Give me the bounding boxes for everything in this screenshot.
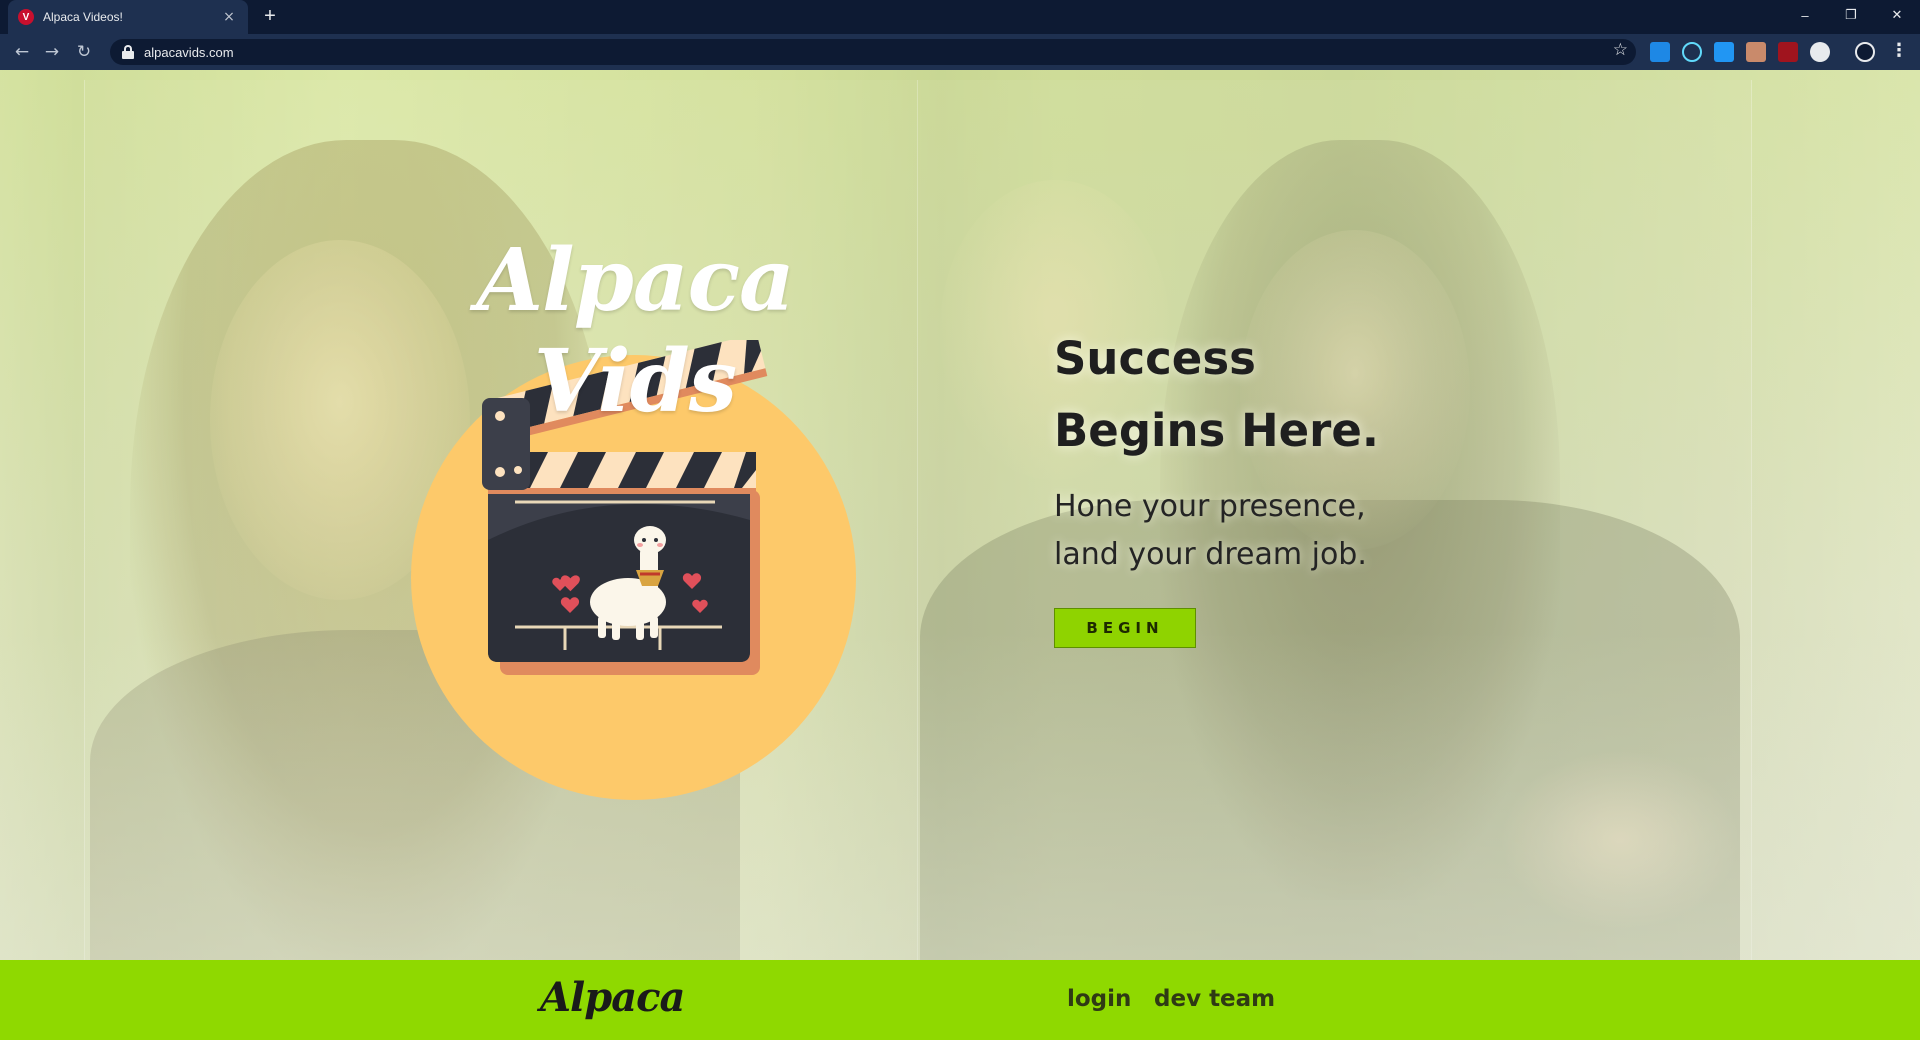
restore-button[interactable]: ❐ bbox=[1828, 0, 1874, 30]
tab-title: Alpaca Videos! bbox=[43, 10, 123, 24]
hero-subtitle-line-2: land your dream job. bbox=[1054, 537, 1367, 572]
lock-icon bbox=[122, 45, 134, 59]
dev-team-link[interactable]: dev team bbox=[1154, 982, 1275, 1016]
hero-title-line-2: Begins Here. bbox=[1054, 404, 1379, 457]
browser-tab-bar: V Alpaca Videos! × + – ❐ ✕ bbox=[0, 0, 1920, 34]
hero-subtitle: Hone your presence, land your dream job. bbox=[1054, 483, 1554, 579]
hero-subtitle-line-1: Hone your presence, bbox=[1054, 489, 1366, 524]
profile-avatar-icon[interactable] bbox=[1855, 42, 1875, 62]
alpaca-vids-logo: Alpaca Vids bbox=[405, 230, 865, 810]
extension-icon[interactable] bbox=[1650, 42, 1670, 62]
logo-text: Alpaca Vids bbox=[476, 230, 794, 432]
extension-icon[interactable] bbox=[1714, 42, 1734, 62]
tab-close-icon[interactable]: × bbox=[220, 9, 238, 25]
hero-section: Alpaca Vids Success Begins Here. Hone yo… bbox=[0, 70, 1920, 960]
browser-menu-icon[interactable]: ⋮ bbox=[1890, 41, 1908, 61]
address-bar[interactable]: alpacavids.com ☆ bbox=[110, 39, 1636, 65]
new-tab-button[interactable]: + bbox=[258, 5, 282, 29]
hero-title-line-1: Success bbox=[1054, 332, 1256, 385]
browser-tab[interactable]: V Alpaca Videos! × bbox=[8, 0, 248, 34]
extension-icon[interactable] bbox=[1810, 42, 1830, 62]
reload-icon[interactable]: ↻ bbox=[72, 40, 96, 64]
url-text: alpacavids.com bbox=[144, 44, 234, 60]
favicon-icon: V bbox=[18, 9, 34, 25]
hero-title: Success Begins Here. bbox=[1054, 323, 1554, 467]
back-arrow-icon[interactable]: ← bbox=[10, 40, 34, 64]
bookmark-star-icon[interactable]: ☆ bbox=[1613, 40, 1628, 60]
extension-icon[interactable] bbox=[1746, 42, 1766, 62]
page: Alpaca Vids Success Begins Here. Hone yo… bbox=[0, 70, 1920, 1040]
browser-toolbar: ← → ↻ alpacavids.com ☆ ⋮ bbox=[0, 34, 1920, 70]
extensions-bar bbox=[1650, 42, 1830, 62]
login-link[interactable]: login bbox=[1067, 982, 1131, 1016]
footer-logo[interactable]: Alpaca Vids bbox=[540, 968, 740, 1040]
window-controls: – ❐ ✕ bbox=[1782, 0, 1920, 30]
ublock-icon[interactable] bbox=[1778, 42, 1798, 62]
footer: Alpaca Vids login dev team bbox=[0, 960, 1920, 1040]
minimize-button[interactable]: – bbox=[1782, 0, 1828, 30]
react-devtools-icon[interactable] bbox=[1682, 42, 1702, 62]
forward-arrow-icon[interactable]: → bbox=[40, 40, 64, 64]
close-window-button[interactable]: ✕ bbox=[1874, 0, 1920, 30]
begin-button[interactable]: BEGIN bbox=[1054, 608, 1196, 648]
